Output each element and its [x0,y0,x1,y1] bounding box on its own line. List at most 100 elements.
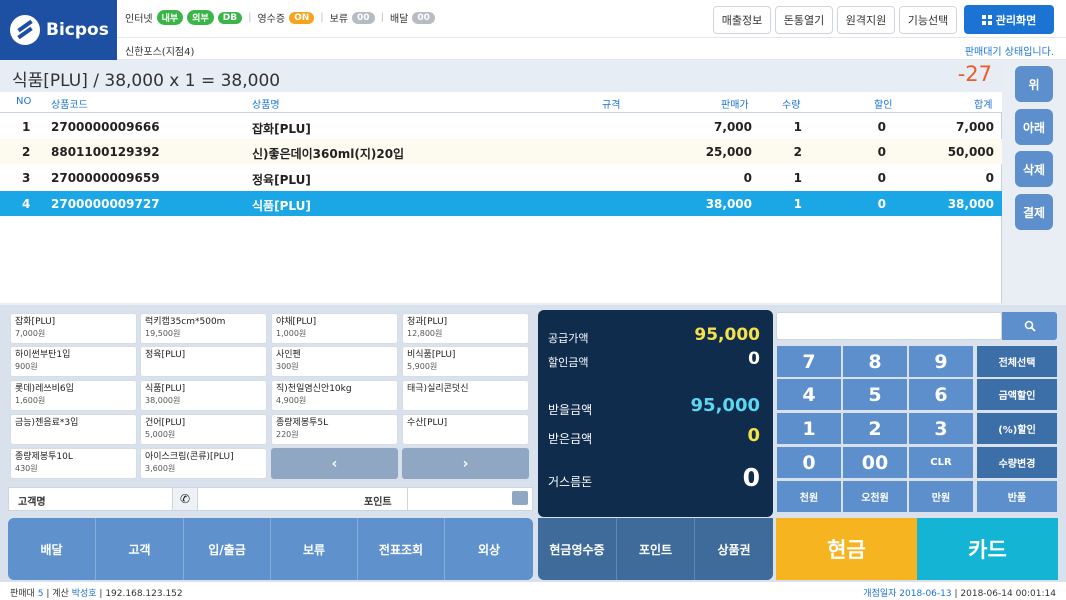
product-button[interactable]: 비식품[PLU] 5,900원 [402,346,529,377]
search-icon [1024,320,1036,332]
deposit-withdraw-button[interactable]: 입/출금 [184,518,271,580]
amount-discount-button[interactable]: 금액할인 [977,379,1057,410]
product-button[interactable]: 종량제봉투10L 430원 [10,448,137,479]
key-00[interactable]: 00 [843,447,907,478]
key-2[interactable]: 2 [843,413,907,444]
search-input[interactable] [776,312,1002,340]
table-row[interactable]: 3 2700000009659 정육[PLU] 0 1 0 0 [0,165,1002,190]
product-button[interactable]: 건어[PLU] 5,000원 [140,414,267,445]
product-button[interactable]: 직)천일염신안10kg 4,900원 [271,380,398,411]
product-prev-button[interactable]: ‹ [271,448,398,479]
product-name: 종량제봉투5L [276,418,329,428]
key-8[interactable]: 8 [843,346,907,377]
row-qty: 1 [793,171,802,185]
point-input[interactable] [407,488,510,510]
row-total: 0 [985,171,994,185]
pay-button[interactable]: 결제 [1015,194,1053,230]
table-row[interactable]: 1 2700000009666 잡화[PLU] 7,000 1 0 7,000 [0,114,1002,139]
key-1[interactable]: 1 [777,413,841,444]
supply-label: 공급가액 [548,332,589,345]
product-button[interactable]: 금능)젠음료*3입 [10,414,137,445]
footer-date-info: 개점일자 2018-06-13 | 2018-06-14 00:01:14 [863,586,1056,599]
return-button[interactable]: 반품 [977,481,1057,512]
search-button[interactable] [1002,312,1057,340]
function-select-button[interactable]: 기능선택 [899,6,957,34]
product-button[interactable]: 럭키캡35cm*500m 19,500원 [140,313,267,344]
key-3[interactable]: 3 [909,413,973,444]
percent-discount-button[interactable]: (%)할인 [977,413,1057,444]
phone-icon[interactable]: ✆ [172,488,198,510]
product-button[interactable]: 태극)실리콘덧신 [402,380,529,411]
product-button[interactable]: 사인펜 300원 [271,346,398,377]
receivable-label: 받을금액 [548,403,593,417]
key-9[interactable]: 9 [909,346,973,377]
cash-drawer-button[interactable]: 돈통열기 [775,6,833,34]
key-6[interactable]: 6 [909,379,973,410]
col-name: 상품명 [252,100,280,111]
key-5[interactable]: 5 [843,379,907,410]
slip-lookup-button[interactable]: 전표조회 [358,518,445,580]
hold-button[interactable]: 보류 [271,518,358,580]
change-label: 거스름돈 [548,475,593,489]
up-button[interactable]: 위 [1015,66,1053,102]
current-datetime: 2018-06-14 00:01:14 [960,589,1056,599]
admin-screen-button[interactable]: 관리화면 [964,5,1054,34]
key-10000-won[interactable]: 만원 [909,481,973,512]
product-name: 금능)젠음료*3입 [15,418,79,428]
product-button[interactable]: 잡화[PLU] 7,000원 [10,313,137,344]
key-4[interactable]: 4 [777,379,841,410]
product-button[interactable]: 수산[PLU] [402,414,529,445]
change-qty-button[interactable]: 수량변경 [977,447,1057,478]
product-button[interactable]: 청과[PLU] 12,800원 [402,313,529,344]
customer-button[interactable]: 고객 [96,518,184,580]
product-button[interactable]: 롯데)레쓰비6입 1,600원 [10,380,137,411]
product-name: 건어[PLU] [145,418,186,428]
table-row[interactable]: 2 8801100129392 신)좋은데이360ml(지)20입 25,000… [0,139,1002,164]
card-reader-icon[interactable] [512,491,528,505]
select-all-button[interactable]: 전체선택 [977,346,1057,377]
card-button[interactable]: 카드 [917,518,1058,580]
customer-name-input[interactable] [62,488,172,510]
divider: | [380,12,384,23]
product-price: 19,500원 [145,329,181,338]
credit-button[interactable]: 외상 [445,518,533,580]
cash-button[interactable]: 현금 [776,518,917,580]
delete-button[interactable]: 삭제 [1015,151,1053,187]
table-row-selected[interactable]: 4 2700000009727 식품[PLU] 38,000 1 0 38,00… [0,191,1002,216]
key-1000-won[interactable]: 천원 [777,481,841,512]
product-button[interactable]: 하이썬부탄1입 900원 [10,346,137,377]
row-name: 신)좋은데이360ml(지)20입 [252,147,405,161]
key-0[interactable]: 0 [777,447,841,478]
delivery-button[interactable]: 배달 [8,518,96,580]
gift-card-button[interactable]: 상품권 [695,518,773,580]
row-price: 7,000 [714,120,752,134]
product-next-button[interactable]: › [402,448,529,479]
point-button[interactable]: 포인트 [617,518,695,580]
calc-display: -27 [957,62,992,86]
row-name: 잡화[PLU] [252,122,311,136]
product-button[interactable]: 종량제봉투5L 220원 [271,414,398,445]
receipt-status-badge[interactable]: ON [289,11,315,24]
receivable-value: 95,000 [690,395,760,416]
clear-button[interactable]: CLR [909,447,973,478]
row-code: 2700000009727 [51,197,160,211]
col-discount: 할인 [874,100,893,111]
point-label: 포인트 [364,497,392,508]
cash-receipt-button[interactable]: 현금영수증 [538,518,617,580]
product-button[interactable]: 식품[PLU] 38,000원 [140,380,267,411]
key-7[interactable]: 7 [777,346,841,377]
product-name: 직)천일염신안10kg [276,384,352,394]
product-button[interactable]: 정육[PLU] [140,346,267,377]
key-5000-won[interactable]: 오천원 [843,481,907,512]
down-button[interactable]: 아래 [1015,109,1053,145]
row-price: 0 [743,171,752,185]
product-button[interactable]: 야채[PLU] 1,000원 [271,313,398,344]
phone-input[interactable] [199,488,349,510]
product-name: 청과[PLU] [407,317,448,327]
product-button[interactable]: 아이스크림(콘류)[PLU] 3,600원 [140,448,267,479]
product-name: 정육[PLU] [145,350,186,360]
sales-info-button[interactable]: 매출정보 [713,6,771,34]
logo-text: Bicpos [46,20,109,40]
remote-support-button[interactable]: 원격지원 [837,6,895,34]
col-code: 상품코드 [51,100,88,111]
